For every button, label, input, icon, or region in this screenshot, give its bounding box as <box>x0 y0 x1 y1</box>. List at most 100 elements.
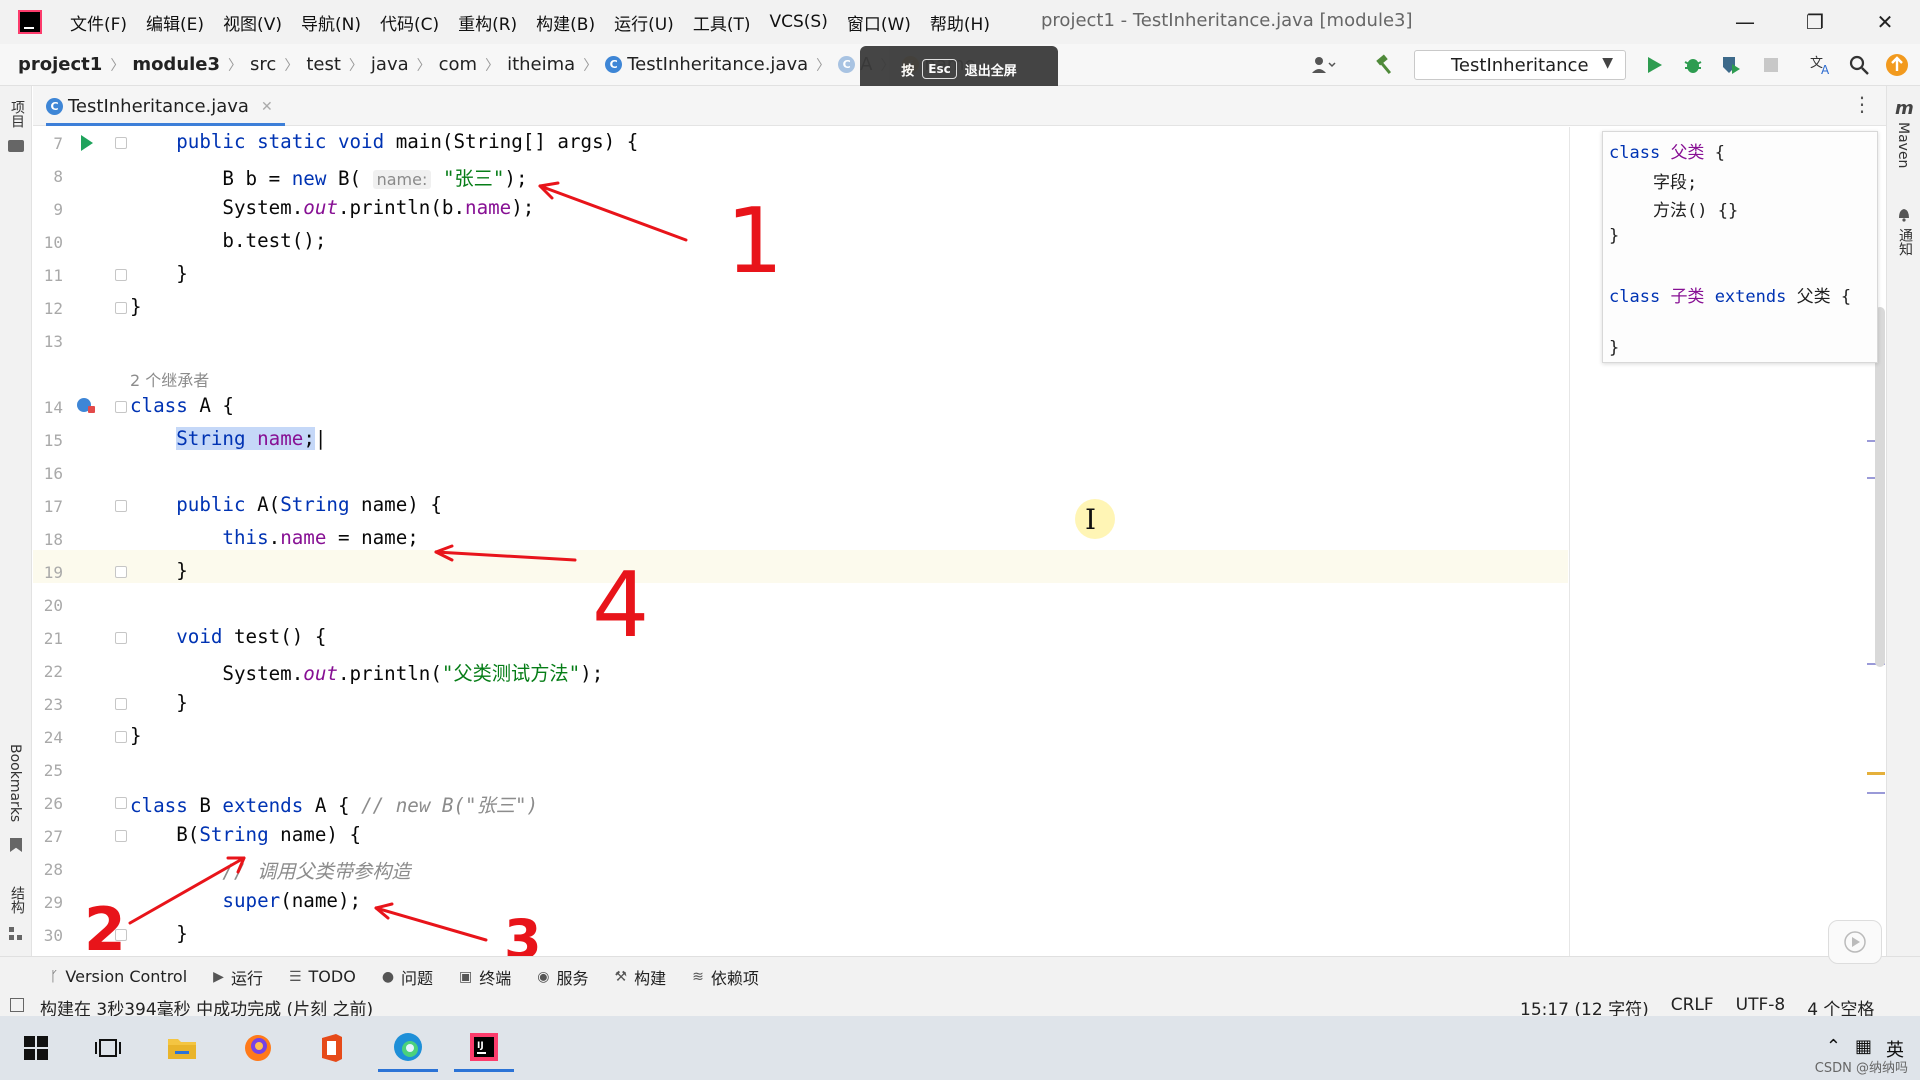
task-view-icon[interactable] <box>78 1024 138 1072</box>
code-text: System.out.println("父类测试方法"); <box>130 662 604 685</box>
status-bar: 构建在 3秒394毫秒 中成功完成 (片刻 之前) 15:17 (12 字符) … <box>0 995 1920 1020</box>
note-parent-name: 父类 <box>1796 287 1831 307</box>
floating-play-button[interactable] <box>1828 920 1882 964</box>
maven-icon: m <box>1895 98 1914 119</box>
maven-tool-button[interactable]: Maven <box>1895 122 1911 168</box>
more-options-icon[interactable]: ⋮ <box>1852 92 1872 116</box>
inheritors-hint[interactable]: 2 个继承者 <box>130 367 209 391</box>
fold-marker-icon[interactable] <box>115 269 127 281</box>
todo-button[interactable]: ☰ TODO <box>289 967 356 986</box>
restore-button[interactable]: ❐ <box>1792 6 1838 38</box>
dependencies-button[interactable]: ≋ 依赖项 <box>692 965 759 989</box>
bookmarks-tool-button[interactable]: Bookmarks <box>7 744 23 822</box>
build-hammer-icon[interactable] <box>1372 52 1398 78</box>
menu-code[interactable]: 代码(C) <box>380 10 439 35</box>
problems-button[interactable]: ● 问题 <box>382 965 433 989</box>
menu-help[interactable]: 帮助(H) <box>930 10 990 35</box>
line-number: 26 <box>43 794 63 813</box>
minimize-button[interactable]: — <box>1722 6 1768 38</box>
edge-icon[interactable] <box>378 1024 438 1072</box>
office-icon[interactable] <box>302 1024 362 1072</box>
menu-view[interactable]: 视图(V) <box>223 10 282 35</box>
line-number: 29 <box>43 893 63 912</box>
close-button[interactable]: ✕ <box>1862 6 1908 38</box>
chevron-right-icon: 〉 <box>485 57 500 74</box>
run-icon[interactable] <box>1642 52 1668 78</box>
intellij-taskbar-icon[interactable]: IJ <box>454 1024 514 1072</box>
note-brace: { <box>1714 143 1725 163</box>
terminal-icon: ▣ <box>459 968 473 985</box>
fold-marker-icon[interactable] <box>115 500 127 512</box>
breadcrumb-src[interactable]: src <box>250 54 276 75</box>
line-number: 13 <box>43 332 63 351</box>
note-line: } <box>1609 226 1620 246</box>
play-icon <box>1844 931 1866 953</box>
fold-marker-icon[interactable] <box>115 302 127 314</box>
fold-marker-icon[interactable] <box>115 401 127 413</box>
terminal-button[interactable]: ▣ 终端 <box>459 965 511 989</box>
windows-start-icon[interactable] <box>6 1024 66 1072</box>
fold-marker-icon[interactable] <box>115 929 127 941</box>
translate-icon[interactable]: 文A <box>1808 52 1834 78</box>
note-keyword: class <box>1609 143 1661 163</box>
code-line: 22 System.out.println("父类测试方法"); <box>33 655 1568 688</box>
stop-icon[interactable] <box>1758 52 1784 78</box>
notifications-tool-button[interactable]: 通知 <box>1895 228 1915 256</box>
windows-taskbar: IJ ⌃ ▦ 英 CSDN @纳纳吗 <box>0 1016 1920 1080</box>
code-line: 19 } <box>33 556 1568 589</box>
firefox-icon[interactable] <box>228 1024 288 1072</box>
file-explorer-icon[interactable] <box>152 1024 212 1072</box>
coverage-icon[interactable] <box>1718 52 1744 78</box>
update-icon[interactable] <box>1884 52 1910 78</box>
breadcrumb-com[interactable]: com <box>439 54 477 75</box>
fold-marker-icon[interactable] <box>115 830 127 842</box>
fold-marker-icon[interactable] <box>115 632 127 644</box>
menu-edit[interactable]: 编辑(E) <box>146 10 204 35</box>
code-text: class B extends A { // new B("张三") <box>130 794 539 817</box>
fold-marker-icon[interactable] <box>115 566 127 578</box>
menu-refactor[interactable]: 重构(R) <box>458 10 517 35</box>
menu-tools[interactable]: 工具(T) <box>693 10 751 35</box>
breadcrumb-project[interactable]: project1 <box>18 54 102 75</box>
breadcrumb-module[interactable]: module3 <box>132 54 220 75</box>
fold-marker-icon[interactable] <box>115 698 127 710</box>
debug-icon[interactable] <box>1680 52 1706 78</box>
build-button[interactable]: ⚒ 构建 <box>615 965 667 989</box>
tab-testinheritance[interactable]: C TestInheritance.java ✕ <box>46 90 285 126</box>
menu-window[interactable]: 窗口(W) <box>847 10 911 35</box>
version-control-button[interactable]: ᚴ Version Control <box>50 967 187 986</box>
menu-run[interactable]: 运行(U) <box>614 10 674 35</box>
run-tool-button[interactable]: ▶ 运行 <box>213 965 263 989</box>
search-icon[interactable] <box>1846 52 1872 78</box>
menu-build[interactable]: 构建(B) <box>536 10 595 35</box>
note-line: 字段; <box>1653 173 1698 193</box>
breadcrumb-java[interactable]: java <box>371 54 409 75</box>
tip-suffix: 退出全屏 <box>964 63 1017 79</box>
param-hint: name: <box>372 170 432 189</box>
chevron-right-icon: 〉 <box>816 57 831 74</box>
breadcrumb-itheima[interactable]: itheima <box>507 54 575 75</box>
breadcrumb-test[interactable]: test <box>306 54 341 75</box>
tab-close-icon[interactable]: ✕ <box>261 99 273 115</box>
implemented-gutter-icon[interactable] <box>77 398 95 413</box>
code-line: 13 <box>33 325 1568 358</box>
breadcrumb-file[interactable]: C TestInheritance.java <box>605 54 808 75</box>
fold-marker-icon[interactable] <box>115 797 127 809</box>
services-button[interactable]: ◉ 服务 <box>537 965 588 989</box>
status-toggle-icon[interactable] <box>10 998 24 1012</box>
fold-marker-icon[interactable] <box>115 137 127 149</box>
menu-navigate[interactable]: 导航(N) <box>301 10 361 35</box>
csdn-watermark: CSDN @纳纳吗 <box>1814 1061 1908 1076</box>
line-number: 22 <box>43 662 63 681</box>
structure-tool-button[interactable]: 结构 <box>7 886 27 914</box>
user-account-icon[interactable] <box>1310 52 1336 78</box>
run-configuration-select[interactable]: TestInheritance ▼ <box>1414 50 1626 80</box>
code-line: 27 B(String name) { <box>33 820 1568 853</box>
project-tool-button[interactable]: 项目 <box>7 100 27 128</box>
list-icon: ☰ <box>288 968 302 985</box>
menu-vcs[interactable]: VCS(S) <box>769 12 827 32</box>
menu-file[interactable]: 文件(F) <box>70 10 127 35</box>
run-gutter-icon[interactable] <box>81 135 93 151</box>
fold-marker-icon[interactable] <box>115 731 127 743</box>
note-line: class 父类 { <box>1609 138 1725 163</box>
